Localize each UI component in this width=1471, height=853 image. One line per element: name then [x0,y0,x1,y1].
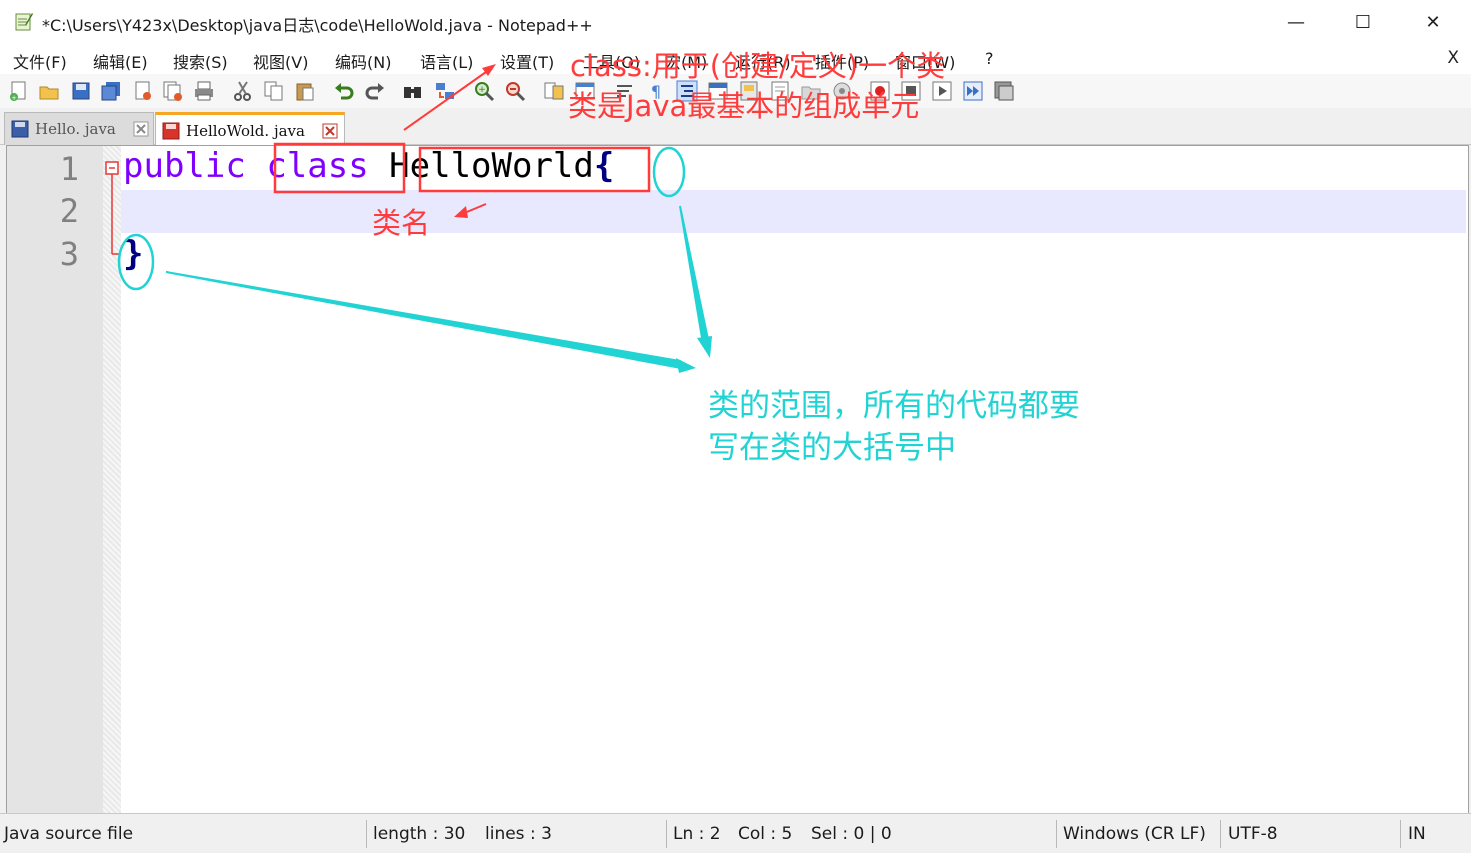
file-type: Java source file [4,824,134,844]
tab-label: Hello. java [35,120,116,138]
annotation-scope-line-1: 类的范围，所有的代码都要 [708,388,1080,424]
keyword-class: class [266,146,369,186]
svg-text:+: + [478,85,486,95]
fold-marker-icon[interactable] [104,160,122,260]
annotation-class-definition: class:用于(创建/定义)一个类 [570,49,946,83]
encoding: UTF-8 [1228,824,1278,844]
class-name: HelloWorld [389,146,594,186]
eol-format: Windows (CR LF) [1063,824,1206,844]
menu-help[interactable]: ? [985,49,994,68]
cut-icon[interactable] [232,80,254,102]
undo-icon[interactable] [333,80,355,102]
print-icon[interactable] [193,80,215,102]
tab-label: HelloWold. java [186,122,305,140]
insert-mode: IN [1408,824,1426,844]
tab-hellowold-java[interactable]: HelloWold. java [155,112,345,146]
minimize-button[interactable]: — [1261,0,1331,44]
svg-text:+: + [11,94,17,102]
menu-settings[interactable]: 设置(T) [500,49,554,73]
code-editor[interactable]: 1 2 3 public class HelloWorld{ } [6,145,1469,814]
cursor-line: Ln : 2 [673,824,721,844]
menu-language[interactable]: 语言(L) [420,49,473,73]
keyword-public: public [123,146,246,186]
annotation-class-unit: 类是Java最基本的组成单元 [568,89,920,123]
line-number-gutter: 1 2 3 [7,146,103,813]
annotation-scope-line-2: 写在类的大括号中 [708,430,956,466]
find-icon[interactable] [402,80,424,102]
close-all-icon[interactable] [162,80,184,102]
open-brace: { [593,146,615,186]
line-number: 3 [59,235,79,273]
saved-file-icon [11,120,29,138]
save-all-icon[interactable] [100,80,122,102]
close-brace: } [123,234,144,274]
unsaved-file-icon [162,122,180,140]
sync-scroll-icon[interactable] [543,80,565,102]
tab-close-icon[interactable] [322,123,338,139]
close-file-icon[interactable] [132,80,154,102]
open-file-icon[interactable] [38,80,60,102]
paste-icon[interactable] [294,80,316,102]
redo-icon[interactable] [364,80,386,102]
line-number: 1 [59,150,79,188]
copy-icon[interactable] [263,80,285,102]
code-line-3: } [123,234,143,274]
current-line-highlight [121,190,1466,233]
annotation-class-name: 类名 [372,206,431,240]
run-macro-multiple-icon[interactable] [962,80,984,102]
menu-edit[interactable]: 编辑(E) [93,49,148,73]
title-bar: *C:\Users\Y423x\Desktop\java日志\code\Hell… [0,0,1471,44]
line-count: lines : 3 [485,824,552,844]
new-file-icon[interactable]: + [8,80,30,102]
tab-close-icon[interactable] [133,121,149,137]
zoom-out-icon[interactable] [504,80,526,102]
menu-encoding[interactable]: 编码(N) [335,49,391,73]
menu-file[interactable]: 文件(F) [13,49,67,73]
line-number: 2 [59,192,79,230]
save-macro-icon[interactable] [993,80,1015,102]
menu-view[interactable]: 视图(V) [253,49,308,73]
cursor-column: Col : 5 [738,824,793,844]
window-title: *C:\Users\Y423x\Desktop\java日志\code\Hell… [42,16,593,35]
length-count: length : 30 [373,824,466,844]
maximize-button[interactable]: ☐ [1328,0,1398,44]
zoom-in-icon[interactable]: + [473,80,495,102]
code-line-1: public class HelloWorld{ [123,146,614,186]
save-icon[interactable] [70,80,92,102]
close-document-button[interactable]: X [1447,48,1459,68]
notepad-app-icon [15,13,33,31]
tab-hello-java[interactable]: Hello. java [4,112,154,145]
status-bar: Java source file length : 30 lines : 3 L… [0,813,1471,853]
replace-icon[interactable] [434,80,456,102]
close-button[interactable]: ✕ [1398,0,1468,44]
selection-info: Sel : 0 | 0 [811,824,892,844]
menu-search[interactable]: 搜索(S) [173,49,228,73]
